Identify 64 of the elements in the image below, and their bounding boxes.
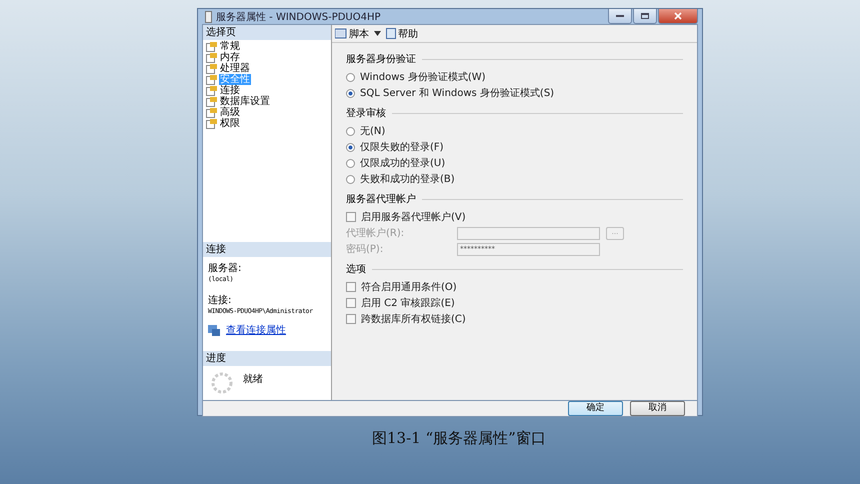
sidebar-item[interactable]: 权限 xyxy=(219,118,241,129)
progress-status: 就绪 xyxy=(243,372,263,386)
field-label: 密码(P): xyxy=(346,242,384,256)
help-icon[interactable] xyxy=(386,28,396,39)
section-title: 选项 xyxy=(346,262,366,276)
radio-label: 无(N) xyxy=(360,125,386,138)
caret-icon[interactable] xyxy=(374,31,381,36)
page-icon xyxy=(206,74,217,84)
radio-button[interactable] xyxy=(346,158,355,168)
page-icon xyxy=(206,118,217,128)
checkbox-label: 启用服务器代理帐户(V) xyxy=(361,210,466,224)
radio-label: 失败和成功的登录(B) xyxy=(360,172,455,186)
checkbox[interactable] xyxy=(346,314,356,324)
cancel-button[interactable]: 取消 xyxy=(630,401,685,416)
page-icon xyxy=(206,86,217,96)
sidebar-item[interactable]: 数据库设置 xyxy=(219,96,271,107)
help-button[interactable]: 帮助 xyxy=(386,26,418,40)
script-icon[interactable] xyxy=(335,28,347,39)
minimize-button[interactable] xyxy=(608,9,632,24)
radio-label: 仅限失败的登录(F) xyxy=(360,140,444,154)
sidebar-item[interactable]: 内存 xyxy=(219,52,241,63)
panel-header: 连接 xyxy=(203,242,331,257)
section-title: 登录审核 xyxy=(346,106,386,120)
properties-icon xyxy=(208,324,220,336)
maximize-button[interactable] xyxy=(633,9,657,24)
radio-label: SQL Server 和 Windows 身份验证模式(S) xyxy=(360,86,554,100)
window-icon xyxy=(205,10,212,22)
section-title: 服务器代理帐户 xyxy=(346,192,416,206)
connection-label: 连接: xyxy=(208,294,232,307)
sidebar-item[interactable]: 处理器 xyxy=(219,63,251,74)
checkbox[interactable] xyxy=(346,212,356,222)
close-button[interactable] xyxy=(658,9,698,24)
page-icon xyxy=(206,96,217,106)
checkbox[interactable] xyxy=(346,298,356,308)
section-title: 服务器身份验证 xyxy=(346,53,416,66)
page-icon xyxy=(206,42,217,52)
spinner-icon xyxy=(211,372,233,394)
checkbox-label: 符合启用通用条件(O) xyxy=(361,280,457,294)
sidebar-item[interactable]: 高级 xyxy=(219,107,241,118)
window-title: 服务器属性 - WINDOWS-PDUO4HP xyxy=(216,10,381,24)
page-icon xyxy=(206,52,217,62)
radio-button[interactable] xyxy=(346,174,355,184)
checkbox[interactable] xyxy=(346,282,356,292)
panel-header: 选择页 xyxy=(203,25,331,40)
close-icon[interactable] xyxy=(674,12,682,20)
view-connection-properties-link[interactable]: 查看连接属性 xyxy=(226,323,286,337)
radio-button[interactable] xyxy=(346,88,355,98)
field-label: 代理帐户(R): xyxy=(346,226,406,240)
ok-button[interactable]: 确定 xyxy=(568,401,623,416)
radio-button[interactable] xyxy=(346,126,355,136)
sidebar-item[interactable]: 常规 xyxy=(219,41,241,52)
page-icon xyxy=(206,64,217,74)
figure-caption: 图13-1 “服务器属性”窗口 xyxy=(372,429,547,448)
checkbox-label: 跨数据库所有权链接(C) xyxy=(361,312,466,326)
script-button[interactable]: 脚本 xyxy=(335,26,369,40)
checkbox-label: 启用 C2 审核跟踪(E) xyxy=(361,296,455,310)
sidebar-item[interactable]: 连接 xyxy=(219,85,241,96)
panel-header: 进度 xyxy=(203,351,331,366)
radio-label: Windows 身份验证模式(W) xyxy=(360,70,486,84)
radio-label: 仅限成功的登录(U) xyxy=(360,156,446,170)
radio-button[interactable] xyxy=(346,142,355,152)
radio-button[interactable] xyxy=(346,72,355,82)
server-label: 服务器: xyxy=(208,262,242,275)
page-icon xyxy=(206,108,217,118)
